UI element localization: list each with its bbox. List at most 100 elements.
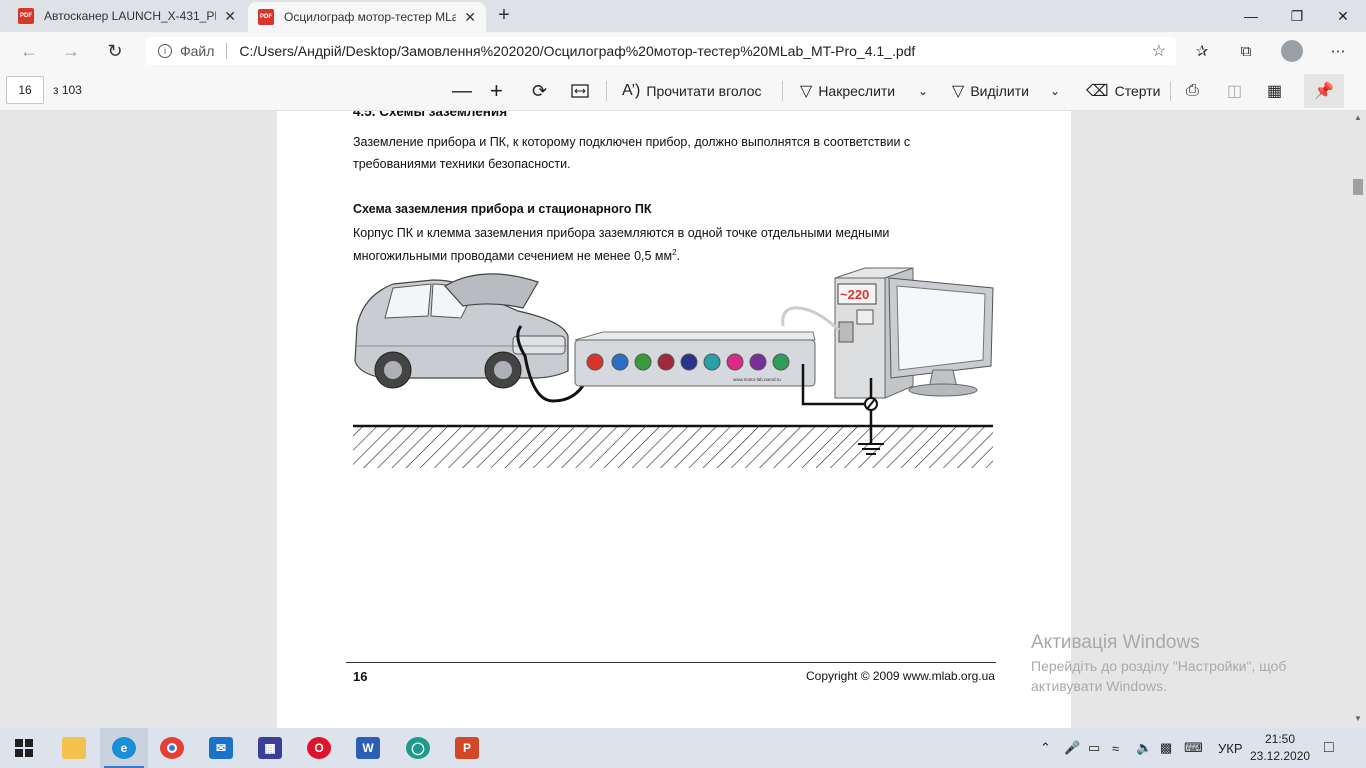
folder-icon [62,737,86,759]
network-icon[interactable]: ▩ [1160,728,1172,768]
activation-title: Активація Windows [1031,632,1200,653]
pdf-toolbar: 16 з 103 — + ⟳ A’) Прочитати вголос ▽ На… [0,70,1366,111]
circular-app[interactable]: ◯ [394,728,442,768]
word-app[interactable]: W [344,728,392,768]
more-icon[interactable]: ⋯ [1326,40,1350,62]
chrome-app[interactable] [148,728,196,768]
scroll-down-icon[interactable]: ▼ [1354,714,1362,723]
url-text[interactable]: C:/Users/Андрій/Desktop/Замовлення%20202… [239,43,915,59]
intro-line-1: Заземление прибора и ПК, к которому подк… [353,135,911,149]
tab-oscillograph[interactable]: PDF Осцилограф мотор-тестер MLab ✕ [248,2,486,32]
tab-title: Осцилограф мотор-тестер MLab [284,10,456,24]
draw-label: Накреслити [818,83,896,99]
save-app[interactable]: ▦ [246,728,294,768]
read-aloud-button[interactable]: A’) Прочитати вголос [622,80,762,102]
highlight-icon: ▽ [952,83,965,100]
scroll-thumb[interactable] [1353,179,1363,195]
opera-app[interactable]: O [295,728,343,768]
read-aloud-label: Прочитати вголос [646,83,762,99]
subheading: Схема заземления прибора и стационарного… [353,202,652,216]
minimize-button[interactable]: — [1228,0,1274,32]
ground-hatch [353,426,993,468]
close-icon[interactable]: ✕ [224,8,236,25]
erase-button[interactable]: ⌫ Стерти [1086,80,1161,102]
draw-button[interactable]: ▽ Накреслити [800,80,895,102]
clock[interactable]: 21:50 23.12.2020 [1250,731,1310,765]
highlight-label: Виділити [970,83,1029,99]
start-button[interactable] [0,728,48,768]
close-icon[interactable]: ✕ [464,9,476,26]
draw-icon: ▽ [800,83,813,100]
tab-launch-x431[interactable]: PDF Автосканер LAUNCH_X-431_PRO ✕ [8,0,246,32]
fit-page-icon [571,84,589,98]
notifications-icon[interactable]: □ [1324,728,1334,768]
power-cord [781,306,841,332]
new-tab-button[interactable]: + [492,4,516,27]
page-count: з 103 [53,83,82,97]
highlight-dropdown-chevron-icon[interactable]: ⌄ [1050,80,1060,102]
mail-app[interactable]: ✉ [197,728,245,768]
zoom-in-button[interactable]: + [490,78,503,103]
opera-icon: O [307,737,331,759]
divider [782,81,783,101]
section-heading: 4.5. Схемы заземления [353,111,508,119]
read-aloud-icon: A’) [622,82,641,99]
forward-button[interactable]: → [56,38,86,64]
pin-toolbar-icon[interactable]: 📌 [1304,74,1344,108]
url-field[interactable]: i Файл C:/Users/Андрій/Desktop/Замовленн… [146,37,1176,65]
language-indicator[interactable]: УКР [1218,728,1243,768]
tab-strip: PDF Автосканер LAUNCH_X-431_PRO ✕ PDF Ос… [0,0,1366,32]
pdf-icon: PDF [18,8,34,24]
favorite-star-icon[interactable]: ☆ [1152,41,1166,61]
powerpoint-app[interactable]: P [443,728,491,768]
draw-dropdown-chevron-icon[interactable]: ⌄ [918,80,928,102]
page-number-input[interactable]: 16 [6,76,44,104]
refresh-button[interactable]: ↻ [100,38,130,64]
powerpoint-icon: P [455,737,479,759]
print-icon[interactable]: ⎙ [1186,80,1199,102]
pdf-icon: PDF [258,9,274,25]
collections-icon[interactable]: ⧉ [1234,40,1258,62]
pdf-page: 4.5. Схемы заземления Заземление прибора… [277,111,1071,728]
clock-time: 21:50 [1264,732,1296,746]
highlight-button[interactable]: ▽ Виділити [952,80,1029,102]
save-icon[interactable]: ◫ [1227,80,1242,102]
vertical-scrollbar[interactable]: ▲ ▼ [1350,111,1366,728]
maximize-button[interactable]: ❐ [1274,0,1320,32]
scroll-up-icon[interactable]: ▲ [1354,113,1362,122]
footer-rule [346,662,996,663]
battery-icon[interactable]: ▭ [1088,728,1100,768]
floppy-icon: ▦ [258,737,282,759]
fit-page-button[interactable] [571,80,589,102]
keyboard-icon[interactable]: ⌨ [1184,728,1203,768]
divider [606,81,607,101]
profile-avatar[interactable] [1281,40,1303,62]
eraser-icon: ⌫ [1086,83,1109,100]
address-bar: ← → ↻ i Файл C:/Users/Андрій/Desktop/Зам… [0,32,1366,70]
body-line-2-text: многожильными проводами сечением не мене… [353,249,673,264]
taskbar: e ✉ ▦ O W ◯ P ⌃ 🎤 ▭ ≈ 🔈 ▩ ⌨ УКР 21:50 23… [0,728,1366,768]
edge-app[interactable]: e [100,728,148,768]
footer-page-number: 16 [353,669,368,684]
divider [1170,81,1171,101]
zoom-out-button[interactable]: — [452,80,472,102]
car-illustration [354,273,569,389]
save-as-icon[interactable]: ▦ [1267,80,1282,102]
close-window-button[interactable]: ✕ [1320,0,1366,32]
volume-icon[interactable]: 🔈 [1136,728,1152,768]
divider [226,43,228,59]
favorites-icon[interactable]: ✰ [1190,40,1214,62]
rotate-button[interactable]: ⟳ [532,80,547,102]
info-icon[interactable]: i [158,44,172,58]
edge-icon: e [112,737,136,759]
activation-line-1: Перейдіть до розділу "Настройки", щоб [1031,658,1287,674]
back-button[interactable]: ← [14,38,44,64]
device-website: www.motor-lab.narod.ru [733,377,781,382]
microphone-icon[interactable]: 🎤 [1064,728,1080,768]
mail-icon: ✉ [209,737,233,759]
footer-copyright: Copyright © 2009 www.mlab.org.ua [806,669,995,683]
file-explorer-app[interactable] [50,728,98,768]
show-hidden-icons-chevron-icon[interactable]: ⌃ [1040,728,1051,768]
body-line-1: Корпус ПК и клемма заземления прибора за… [353,226,890,240]
wifi-icon[interactable]: ≈ [1112,728,1119,768]
